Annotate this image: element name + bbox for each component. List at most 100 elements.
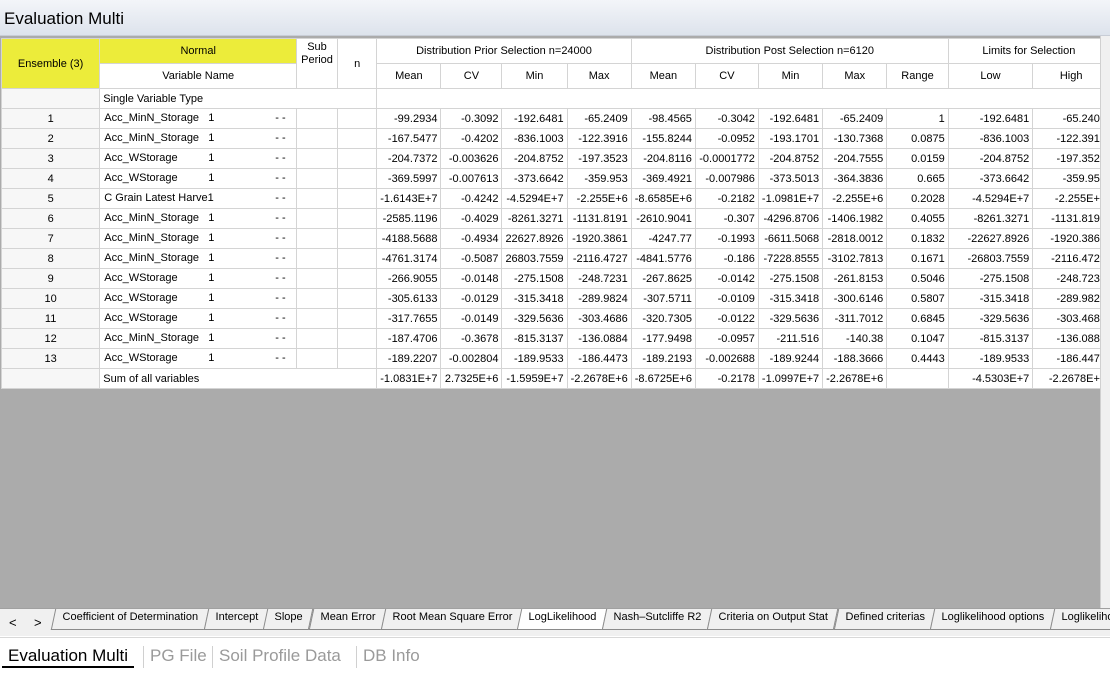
sub-period-cell[interactable] [296, 308, 338, 329]
sub-period-cell[interactable] [296, 328, 338, 349]
value-cell[interactable]: -289.9824 [1032, 288, 1110, 309]
value-cell[interactable]: -289.9824 [566, 288, 632, 309]
variable-cell[interactable]: Acc_WStorage 1 - - [99, 348, 298, 369]
sum-value-cell[interactable]: -2.2678E+6 [822, 368, 888, 389]
value-cell[interactable]: -0.186 [694, 248, 759, 269]
tab-0[interactable]: Coefficient of Determination [50, 609, 209, 630]
n-cell[interactable] [336, 288, 378, 309]
value-cell[interactable]: -0.002688 [694, 348, 759, 369]
value-cell[interactable]: -359.953 [1032, 168, 1110, 189]
row-index[interactable]: 5 [0, 188, 101, 209]
value-cell[interactable]: -0.0122 [694, 308, 759, 329]
value-cell[interactable]: -4.5294E+7 [947, 188, 1034, 209]
n-cell[interactable] [336, 208, 378, 229]
n-cell[interactable] [336, 148, 378, 169]
value-cell[interactable]: -2116.4727 [566, 248, 632, 269]
value-cell[interactable]: -167.5477 [376, 128, 442, 149]
tab-2[interactable]: Slope [263, 609, 314, 630]
value-cell[interactable]: 0.665 [886, 168, 949, 189]
sum-value-cell[interactable]: -2.2678E+6 [1032, 368, 1110, 389]
n-cell[interactable] [336, 228, 378, 249]
tab-8[interactable]: Defined criterias [833, 609, 936, 630]
value-cell[interactable]: -2.255E+6 [822, 188, 888, 209]
value-cell[interactable]: -192.6481 [501, 108, 568, 129]
value-cell[interactable]: -0.1993 [694, 228, 759, 249]
sum-value-cell[interactable] [886, 368, 949, 389]
value-cell[interactable]: -4296.8706 [757, 208, 824, 229]
bottom-tab-3[interactable]: DB Info [356, 646, 426, 668]
value-cell[interactable]: -22627.8926 [947, 228, 1034, 249]
row-header[interactable] [0, 368, 101, 389]
n-cell[interactable] [336, 248, 378, 269]
value-cell[interactable]: -1920.3861 [1032, 228, 1110, 249]
ensemble-header[interactable]: Ensemble (3) [0, 38, 101, 89]
row-index[interactable]: 7 [0, 228, 101, 249]
row-index[interactable]: 13 [0, 348, 101, 369]
value-cell[interactable]: -836.1003 [947, 128, 1034, 149]
prior-min-header[interactable]: Min [501, 63, 568, 89]
value-cell[interactable]: -2.255E+6 [566, 188, 632, 209]
value-cell[interactable]: -122.3916 [1032, 128, 1110, 149]
value-cell[interactable]: -0.0001772 [694, 148, 759, 169]
value-cell[interactable]: -373.6642 [501, 168, 568, 189]
value-cell[interactable]: -315.3418 [947, 288, 1034, 309]
value-cell[interactable]: -189.9533 [947, 348, 1034, 369]
value-cell[interactable]: -189.9533 [501, 348, 568, 369]
value-cell[interactable]: -130.7368 [822, 128, 888, 149]
value-cell[interactable]: -1.0981E+7 [757, 188, 824, 209]
sub-period-header[interactable]: Sub Period [296, 38, 338, 89]
value-cell[interactable]: -0.4934 [440, 228, 503, 249]
value-cell[interactable]: 0.4443 [886, 348, 949, 369]
value-cell[interactable]: -0.4029 [440, 208, 503, 229]
value-cell[interactable]: 0.1047 [886, 328, 949, 349]
row-index[interactable]: 9 [0, 268, 101, 289]
value-cell[interactable]: -303.4686 [566, 308, 632, 329]
value-cell[interactable]: -1.6143E+7 [376, 188, 442, 209]
sub-period-cell[interactable] [296, 208, 338, 229]
value-cell[interactable]: -99.2934 [376, 108, 442, 129]
value-cell[interactable]: -204.8116 [630, 148, 696, 169]
value-cell[interactable]: -0.3042 [694, 108, 759, 129]
value-cell[interactable]: -2610.9041 [630, 208, 696, 229]
value-cell[interactable]: -136.0884 [1032, 328, 1110, 349]
normal-header[interactable]: Normal [99, 38, 298, 64]
value-cell[interactable]: -204.7555 [822, 148, 888, 169]
value-cell[interactable]: -65.2409 [1032, 108, 1110, 129]
tab-7[interactable]: Criteria on Output Stat [706, 609, 839, 630]
post-mean-header[interactable]: Mean [630, 63, 696, 89]
value-cell[interactable]: -186.4473 [566, 348, 632, 369]
value-cell[interactable]: -0.003626 [440, 148, 503, 169]
tab-1[interactable]: Intercept [203, 609, 269, 630]
variable-cell[interactable]: Acc_MinN_Storage 1 - - [99, 248, 298, 269]
sub-period-cell[interactable] [296, 288, 338, 309]
value-cell[interactable]: -136.0884 [566, 328, 632, 349]
value-cell[interactable]: -0.2182 [694, 188, 759, 209]
variable-cell[interactable]: Acc_MinN_Storage 1 - - [99, 228, 298, 249]
value-cell[interactable]: 0.0159 [886, 148, 949, 169]
variable-name-header[interactable]: Variable Name [99, 63, 298, 89]
value-cell[interactable]: -248.7231 [1032, 268, 1110, 289]
value-cell[interactable]: -4247.77 [630, 228, 696, 249]
value-cell[interactable]: -369.4921 [630, 168, 696, 189]
tab-10[interactable]: Loglikelihood statistics [1049, 609, 1110, 630]
tab-prev-button[interactable]: < [9, 615, 17, 630]
bottom-tab-2[interactable]: Soil Profile Data [212, 646, 347, 668]
value-cell[interactable]: -2585.1196 [376, 208, 442, 229]
value-cell[interactable]: -0.0109 [694, 288, 759, 309]
value-cell[interactable]: -307.5711 [630, 288, 696, 309]
variable-cell[interactable]: Acc_WStorage 1 - - [99, 148, 298, 169]
variable-cell[interactable]: Acc_WStorage 1 - - [99, 288, 298, 309]
value-cell[interactable]: -155.8244 [630, 128, 696, 149]
sub-period-cell[interactable] [296, 248, 338, 269]
sub-period-cell[interactable] [296, 108, 338, 129]
value-cell[interactable]: -0.0952 [694, 128, 759, 149]
value-cell[interactable]: -329.5636 [947, 308, 1034, 329]
value-cell[interactable]: -373.6642 [947, 168, 1034, 189]
sum-value-cell[interactable]: -8.6725E+6 [630, 368, 696, 389]
low-header[interactable]: Low [947, 63, 1034, 89]
value-cell[interactable]: -4841.5776 [630, 248, 696, 269]
value-cell[interactable]: -0.3678 [440, 328, 503, 349]
value-cell[interactable]: -320.7305 [630, 308, 696, 329]
value-cell[interactable]: -0.007986 [694, 168, 759, 189]
value-cell[interactable]: -315.3418 [757, 288, 824, 309]
